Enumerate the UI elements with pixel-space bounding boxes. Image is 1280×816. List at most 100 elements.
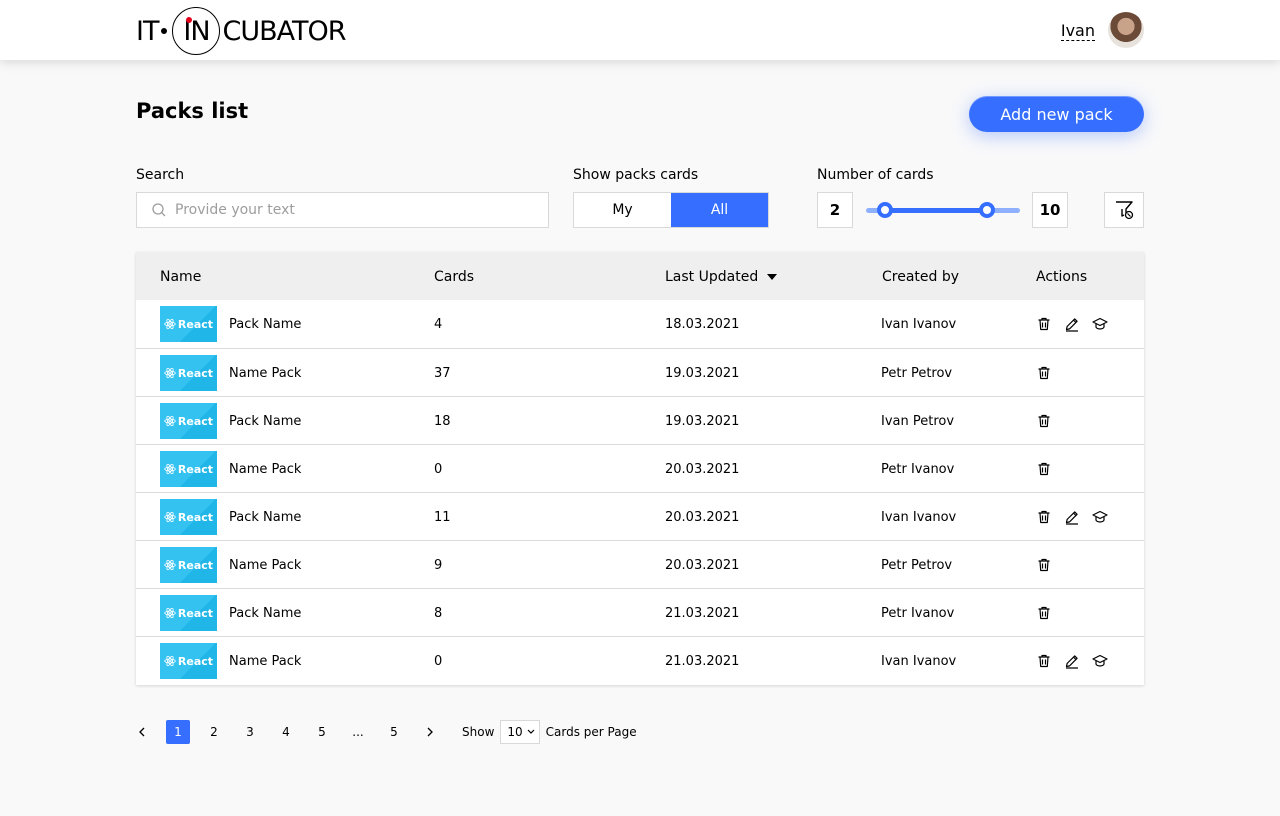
pack-cards-count: 4 [434, 317, 443, 332]
prev-page-button[interactable] [130, 720, 154, 744]
trash-button[interactable] [1036, 509, 1052, 525]
pack-cover[interactable]: React [160, 595, 217, 631]
trash-button[interactable] [1036, 653, 1052, 669]
pack-created-by: Petr Petrov [881, 558, 953, 573]
pack-last-updated: 18.03.2021 [665, 317, 740, 332]
pack-cards-count: 0 [434, 462, 443, 477]
next-page-button[interactable] [418, 720, 442, 744]
pack-created-by: Petr Ivanov [881, 606, 955, 621]
table-body: React Pack Name 4 18.03.2021 Ivan Ivanov… [136, 300, 1144, 684]
pack-name[interactable]: Name Pack [229, 462, 301, 477]
slider-max-thumb[interactable] [979, 202, 995, 218]
trash-button[interactable] [1036, 365, 1052, 381]
pack-last-updated: 21.03.2021 [665, 606, 740, 621]
packs-toggle[interactable]: My All [573, 192, 769, 228]
trash-icon [1036, 316, 1052, 332]
toggle-my[interactable]: My [574, 193, 671, 227]
page-ellipsis: ... [352, 725, 364, 739]
edit-icon [1064, 316, 1080, 332]
per-page-select[interactable]: 10 [500, 720, 540, 744]
number-of-cards-label: Number of cards [817, 167, 934, 183]
trash-button[interactable] [1036, 605, 1052, 621]
avatar[interactable] [1108, 12, 1144, 48]
pack-cover[interactable]: React [160, 451, 217, 487]
logo-circle: IN [172, 7, 221, 55]
pack-cover[interactable]: React [160, 355, 217, 391]
search-field[interactable] [136, 192, 549, 228]
page-button[interactable]: 2 [202, 720, 226, 744]
react-logo-icon [164, 415, 176, 427]
pack-created-by: Petr Ivanov [881, 462, 955, 477]
page-button[interactable]: 5 [382, 720, 406, 744]
table-row: React Name Pack 0 20.03.2021 Petr Ivanov [136, 444, 1144, 492]
logo[interactable]: IT IN CUBATOR [136, 7, 347, 55]
packs-table: Name Cards Last Updated Created by Actio… [136, 252, 1144, 685]
learn-button[interactable] [1092, 653, 1108, 669]
pack-name[interactable]: Pack Name [229, 606, 301, 621]
pack-name[interactable]: Name Pack [229, 366, 301, 381]
col-cards-header[interactable]: Cards [434, 269, 474, 285]
page-button[interactable]: 5 [310, 720, 334, 744]
trash-button[interactable] [1036, 413, 1052, 429]
pack-last-updated: 20.03.2021 [665, 462, 740, 477]
pack-last-updated: 19.03.2021 [665, 366, 740, 381]
table-row: React Name Pack 37 19.03.2021 Petr Petro… [136, 348, 1144, 396]
col-name-header[interactable]: Name [160, 269, 201, 285]
trash-icon [1036, 365, 1052, 381]
edit-button[interactable] [1064, 653, 1080, 669]
pack-cover[interactable]: React [160, 499, 217, 535]
pack-name[interactable]: Pack Name [229, 317, 301, 332]
page-button[interactable]: 4 [274, 720, 298, 744]
show-packs-label: Show packs cards [573, 167, 699, 183]
search-input[interactable] [175, 202, 535, 218]
slider-min-thumb[interactable] [877, 202, 893, 218]
table-row: React Pack Name 18 19.03.2021 Ivan Petro… [136, 396, 1144, 444]
edit-button[interactable] [1064, 316, 1080, 332]
react-logo-icon [164, 511, 176, 523]
pack-name[interactable]: Name Pack [229, 654, 301, 669]
show-label: Show [462, 725, 495, 739]
pack-cards-count: 9 [434, 558, 443, 573]
col-updated-header[interactable]: Last Updated [665, 269, 777, 285]
react-logo-icon [164, 559, 176, 571]
learn-button[interactable] [1092, 509, 1108, 525]
pack-cover[interactable]: React [160, 547, 217, 583]
clear-filter-button[interactable] [1104, 192, 1144, 228]
row-actions [1036, 316, 1108, 332]
pack-cards-count: 8 [434, 606, 443, 621]
user-name-link[interactable]: Ivan [1060, 21, 1095, 41]
trash-button[interactable] [1036, 557, 1052, 573]
edit-button[interactable] [1064, 509, 1080, 525]
pack-cover[interactable]: React [160, 403, 217, 439]
page-button[interactable]: 1 [166, 720, 190, 744]
page-button[interactable]: 3 [238, 720, 262, 744]
pack-name[interactable]: Pack Name [229, 510, 301, 525]
pack-cover[interactable]: React [160, 643, 217, 679]
learn-icon [1092, 653, 1108, 669]
trash-icon [1036, 653, 1052, 669]
pack-name[interactable]: Pack Name [229, 414, 301, 429]
learn-icon [1092, 509, 1108, 525]
row-actions [1036, 461, 1052, 477]
pack-name[interactable]: Name Pack [229, 558, 301, 573]
table-row: React Pack Name 11 20.03.2021 Ivan Ivano… [136, 492, 1144, 540]
pack-cover-text: React [177, 414, 214, 428]
row-actions [1036, 509, 1108, 525]
row-actions [1036, 365, 1052, 381]
table-row: React Name Pack 0 21.03.2021 Ivan Ivanov [136, 636, 1144, 684]
edit-icon [1064, 509, 1080, 525]
react-logo-icon [164, 463, 176, 475]
search-label: Search [136, 167, 185, 183]
col-created-header[interactable]: Created by [882, 269, 959, 285]
pack-cover[interactable]: React [160, 306, 217, 342]
filter-clear-icon [1116, 201, 1134, 220]
react-logo-icon [164, 318, 176, 330]
learn-button[interactable] [1092, 316, 1108, 332]
trash-button[interactable] [1036, 461, 1052, 477]
trash-button[interactable] [1036, 316, 1052, 332]
add-new-pack-button[interactable]: Add new pack [969, 96, 1144, 132]
pack-created-by: Ivan Petrov [881, 414, 955, 429]
trash-icon [1036, 413, 1052, 429]
toggle-all[interactable]: All [671, 193, 768, 227]
pagination: 1 2 3 4 5... 5 Show 10 Cards per Page [130, 720, 637, 744]
